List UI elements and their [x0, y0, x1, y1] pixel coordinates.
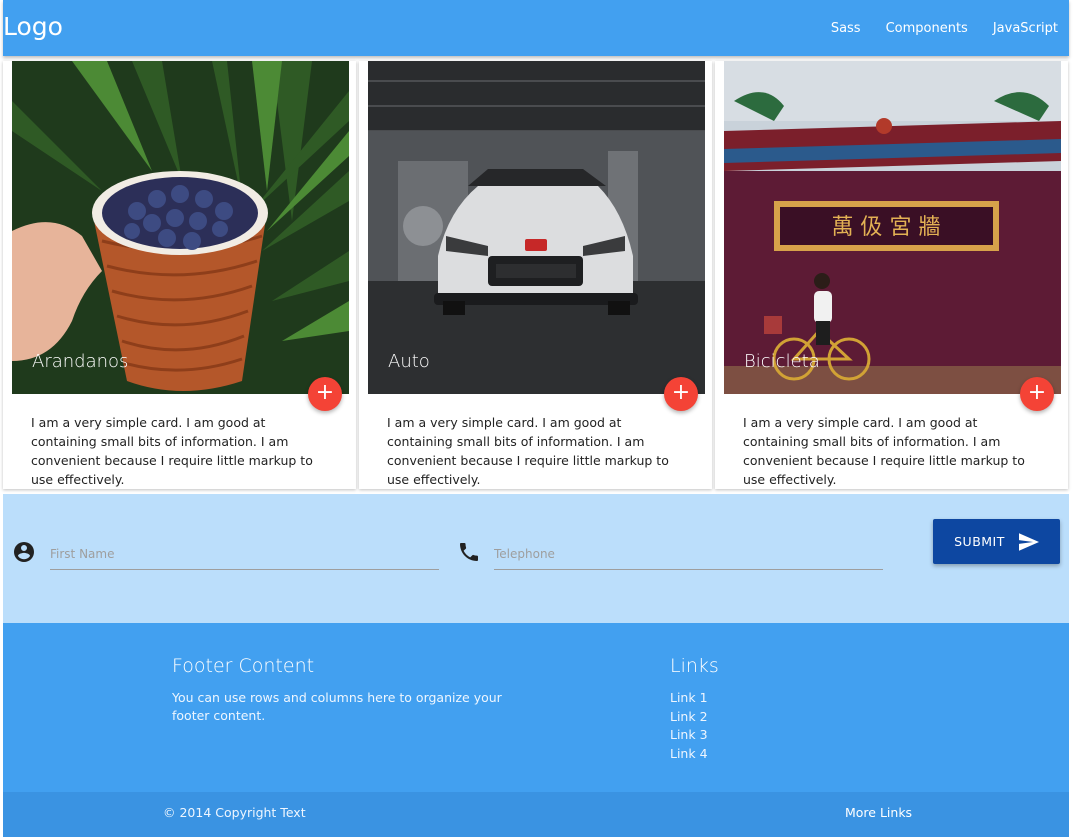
logo[interactable]: Logo	[3, 12, 63, 41]
add-button[interactable]: +	[308, 377, 342, 411]
footer-link-2[interactable]: Link 2	[670, 708, 708, 727]
card-text: I am a very simple card. I am good at co…	[743, 415, 1025, 487]
nav-links: Sass Components JavaScript	[806, 0, 1058, 56]
footer-link-4[interactable]: Link 4	[670, 745, 708, 764]
card-text: I am a very simple card. I am good at co…	[31, 415, 313, 487]
card-text: I am a very simple card. I am good at co…	[387, 415, 669, 487]
footer-links-title: Links	[670, 655, 719, 677]
footer-link-3[interactable]: Link 3	[670, 726, 708, 745]
footer-link-1[interactable]: Link 1	[670, 689, 708, 708]
nav-link-components[interactable]: Components	[886, 21, 968, 36]
submit-label: SUBMIT	[954, 534, 1005, 549]
card-title: Arandanos	[32, 351, 129, 372]
footer-links: Link 1 Link 2 Link 3 Link 4	[670, 689, 708, 764]
card-image-blueberries: Arandanos	[12, 61, 349, 394]
footer-text: You can use rows and columns here to org…	[172, 690, 502, 723]
account-circle-icon	[12, 540, 36, 564]
card-image-bicycle: 萬 伋 宮 牆 Bicicleta	[724, 61, 1061, 394]
copyright-text: © 2014 Copyright Text	[163, 805, 306, 820]
temple-sign-text: 萬 伋 宮 牆	[832, 215, 941, 240]
nav-link-javascript[interactable]: JavaScript	[993, 21, 1058, 36]
card-auto: Auto + I am a very simple card. I am goo…	[359, 61, 712, 489]
page: Logo Sass Components JavaScript Arandano…	[3, 0, 1069, 837]
cards-section: Arandanos + I am a very simple card. I a…	[3, 56, 1069, 494]
card-title: Bicicleta	[744, 351, 820, 372]
more-links-link[interactable]: More Links	[845, 805, 912, 820]
send-icon	[1018, 532, 1039, 551]
footer: Footer Content You can use rows and colu…	[3, 623, 1069, 792]
add-button[interactable]: +	[664, 377, 698, 411]
phone-icon	[457, 540, 481, 564]
card-title: Auto	[388, 351, 430, 372]
footer-title: Footer Content	[172, 655, 315, 677]
card-image-car: Auto	[368, 61, 705, 394]
telephone-field	[457, 538, 883, 570]
submit-button[interactable]: SUBMIT	[933, 519, 1060, 564]
footer-copyright-bar: © 2014 Copyright Text More Links	[3, 792, 1069, 837]
card-bicicleta: 萬 伋 宮 牆 Bicicleta + I am a very simple c…	[715, 61, 1068, 489]
first-name-field	[12, 538, 439, 570]
first-name-input[interactable]	[50, 538, 439, 570]
nav-link-sass[interactable]: Sass	[831, 21, 861, 36]
navbar: Logo Sass Components JavaScript	[3, 0, 1069, 56]
telephone-input[interactable]	[494, 538, 883, 570]
contact-form: SUBMIT	[3, 494, 1069, 623]
add-button[interactable]: +	[1020, 377, 1054, 411]
card-arandanos: Arandanos + I am a very simple card. I a…	[3, 61, 356, 489]
